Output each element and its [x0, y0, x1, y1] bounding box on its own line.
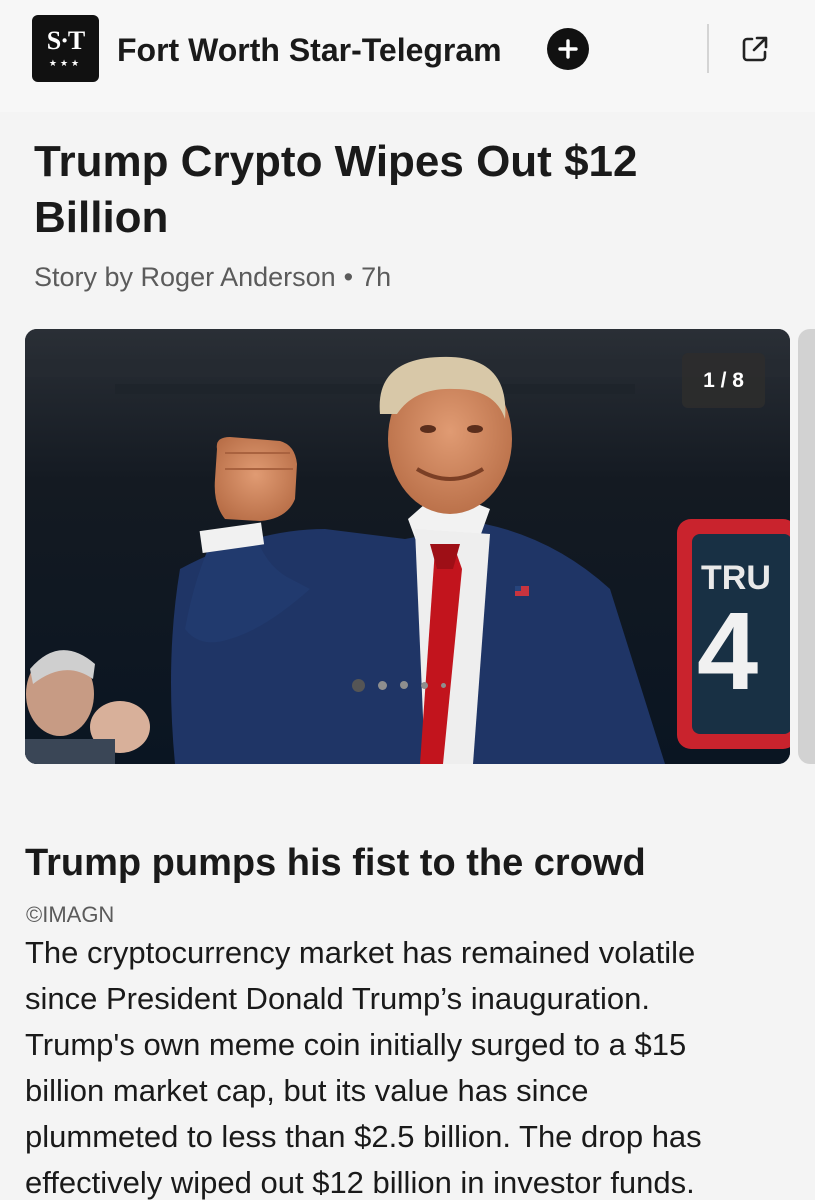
external-link-icon: [742, 36, 768, 62]
article-title: Trump Crypto Wipes Out $12 Billion: [34, 137, 638, 242]
published-age: 7h: [361, 262, 392, 292]
next-photo-peek[interactable]: [798, 329, 815, 764]
pagination-dot[interactable]: [441, 682, 446, 688]
gallery-counter: 1 / 8: [682, 353, 765, 408]
author-byline[interactable]: Story by Roger Anderson: [34, 262, 336, 292]
gallery-pagination[interactable]: [352, 675, 446, 695]
body-line: Trump's own meme coin initially surged t…: [25, 1027, 687, 1062]
publisher-name[interactable]: Fort Worth Star-Telegram: [117, 30, 502, 70]
svg-text:TRU: TRU: [701, 559, 771, 597]
open-external-button[interactable]: [737, 31, 773, 67]
publisher-header: S·T ★★★ Fort Worth Star-Telegram: [0, 0, 815, 104]
pagination-dot[interactable]: [400, 681, 408, 689]
pagination-dot[interactable]: [378, 680, 387, 690]
byline: Story by Roger Anderson • 7h: [34, 260, 391, 294]
photo-caption: Trump pumps his fist to the crowd: [25, 842, 646, 884]
article-content: Trump Crypto Wipes Out $12 Billion Story…: [0, 112, 815, 1200]
body-line: plummeted to less than $2.5 billion. The…: [25, 1119, 702, 1154]
body-line: since President Donald Trump’s inaugurat…: [25, 981, 650, 1016]
plus-icon: [558, 39, 578, 59]
publisher-logo[interactable]: S·T ★★★: [32, 15, 99, 82]
body-line: effectively wiped out $12 billion in inv…: [25, 1165, 695, 1200]
pagination-dot-active[interactable]: [352, 678, 365, 692]
pagination-dot[interactable]: [421, 681, 428, 689]
byline-separator: •: [343, 262, 354, 292]
body-line: The cryptocurrency market has remained v…: [25, 935, 696, 970]
body-line: billion market cap, but its value has si…: [25, 1073, 589, 1108]
svg-text:4: 4: [697, 590, 758, 713]
header-divider: [707, 24, 709, 73]
article-page: S·T ★★★ Fort Worth Star-Telegram Trump C…: [0, 0, 815, 1200]
logo-text: S·T: [46, 26, 85, 55]
rally-photo: 4 TRU: [25, 329, 790, 764]
photo-credit: ©IMAGN: [26, 902, 115, 927]
follow-button[interactable]: [547, 28, 589, 70]
logo-stars: ★★★: [48, 58, 83, 68]
gallery-photo[interactable]: 4 TRU: [25, 329, 790, 764]
article-body: The cryptocurrency market has remained v…: [25, 930, 795, 1200]
